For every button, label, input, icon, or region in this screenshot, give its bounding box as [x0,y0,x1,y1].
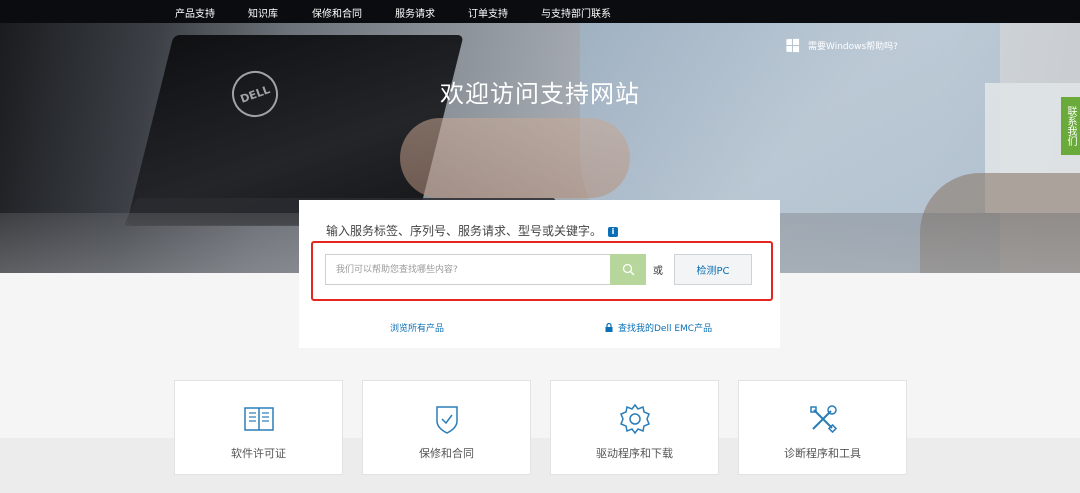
tile-label: 保修和合同 [419,447,474,460]
nav-item-warranty[interactable]: 保修和合同 [312,5,362,20]
windows-logo-icon [786,38,800,53]
tile-drivers-downloads[interactable]: 驱动程序和下载 [550,380,719,475]
shield-check-icon [435,406,458,434]
find-my-products-label: 查找我的Dell EMC产品 [618,324,713,334]
search-prompt: 输入服务标签、序列号、服务请求、型号或关键字。 i [326,222,619,239]
tile-label: 诊断程序和工具 [784,447,861,460]
search-input[interactable] [325,254,610,285]
find-my-products-link[interactable]: 查找我的Dell EMC产品 [605,321,712,334]
gear-icon [619,403,650,435]
info-icon[interactable]: i [608,226,619,237]
tools-icon [809,405,837,434]
nav-item-service-requests[interactable]: 服务请求 [395,5,435,20]
top-navigation: 产品支持 知识库 保修和合同 服务请求 订单支持 与支持部门联系 [0,0,1080,23]
page-title: 欢迎访问支持网站 [440,80,640,108]
nav-item-contact-support[interactable]: 与支持部门联系 [541,5,611,20]
search-button[interactable] [610,254,646,285]
lower-background-band [0,438,1080,493]
lock-icon [605,323,613,332]
tile-diagnostics-tools[interactable]: 诊断程序和工具 [738,380,907,475]
search-prompt-text: 输入服务标签、序列号、服务请求、型号或关键字。 [326,224,603,238]
book-icon [243,407,274,431]
search-icon [622,263,634,276]
windows-help-link[interactable]: 需要Windows帮助吗? [786,38,898,53]
nav-item-product-support[interactable]: 产品支持 [175,5,215,20]
detect-pc-button[interactable]: 检测PC [674,254,752,285]
tile-software-license[interactable]: 软件许可证 [174,380,343,475]
browse-all-products-link[interactable]: 浏览所有产品 [390,321,444,334]
nav-item-knowledge-base[interactable]: 知识库 [248,5,278,20]
windows-help-label: 需要Windows帮助吗? [808,42,898,52]
hero-background-hands [400,118,630,198]
tile-label: 驱动程序和下载 [596,447,673,460]
tile-warranty-contracts[interactable]: 保修和合同 [362,380,531,475]
nav-item-order-support[interactable]: 订单支持 [468,5,508,20]
contact-us-tab[interactable]: 联系我们 [1061,97,1080,155]
or-separator: 或 [653,266,663,277]
search-card: 输入服务标签、序列号、服务请求、型号或关键字。 i 或 检测PC 浏览所有产品 查… [299,200,780,348]
tile-label: 软件许可证 [231,447,286,460]
